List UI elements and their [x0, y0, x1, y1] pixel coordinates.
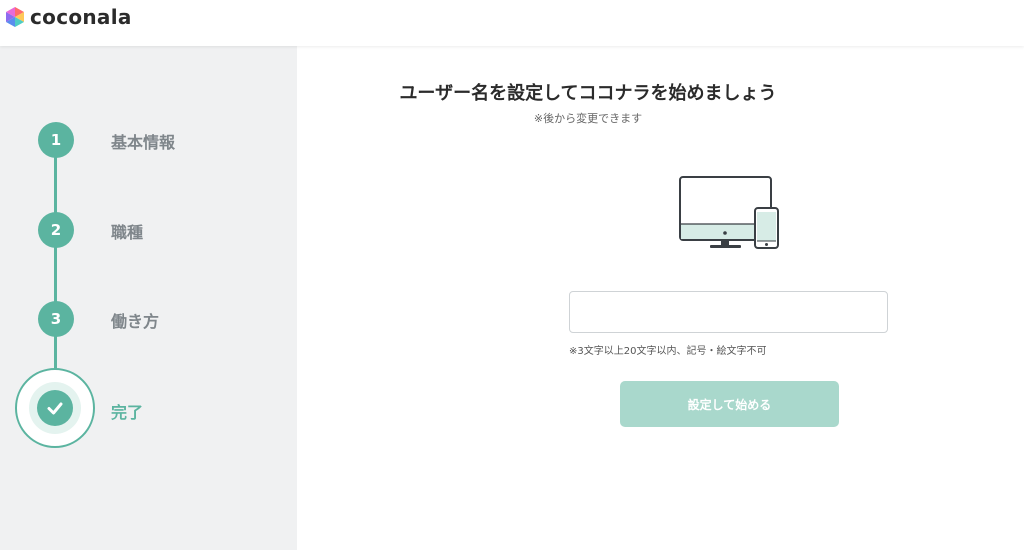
step-occupation: 2 職種	[0, 212, 297, 252]
step-work-style: 3 働き方	[0, 301, 297, 341]
step-number-badge: 1	[38, 122, 74, 158]
step-label: 基本情報	[111, 133, 176, 152]
step-number-badge: 2	[38, 212, 74, 248]
header: coconala	[0, 0, 1024, 46]
logo[interactable]: coconala	[4, 5, 132, 29]
brand-name: coconala	[30, 5, 132, 29]
page-title: ユーザー名を設定してココナラを始めましょう	[399, 83, 777, 104]
step-basic-info: 1 基本情報	[0, 122, 297, 162]
input-hint: ※3文字以上20文字以内、記号・絵文字不可	[569, 346, 767, 357]
step-label-complete: 完了	[111, 403, 144, 422]
start-button[interactable]: 設定して始める	[620, 381, 839, 427]
step-label: 職種	[111, 223, 144, 242]
devices-icon	[679, 176, 779, 249]
main-content: ユーザー名を設定してココナラを始めましょう ※後から変更できます ※3文字以上2…	[297, 46, 1024, 550]
username-input[interactable]	[569, 291, 888, 333]
step-complete-badge	[15, 368, 95, 448]
step-label: 働き方	[111, 312, 160, 331]
check-icon	[47, 402, 63, 415]
coconala-logo-icon	[6, 7, 24, 27]
page-subtitle: ※後から変更できます	[533, 112, 643, 125]
step-number-badge: 3	[38, 301, 74, 337]
